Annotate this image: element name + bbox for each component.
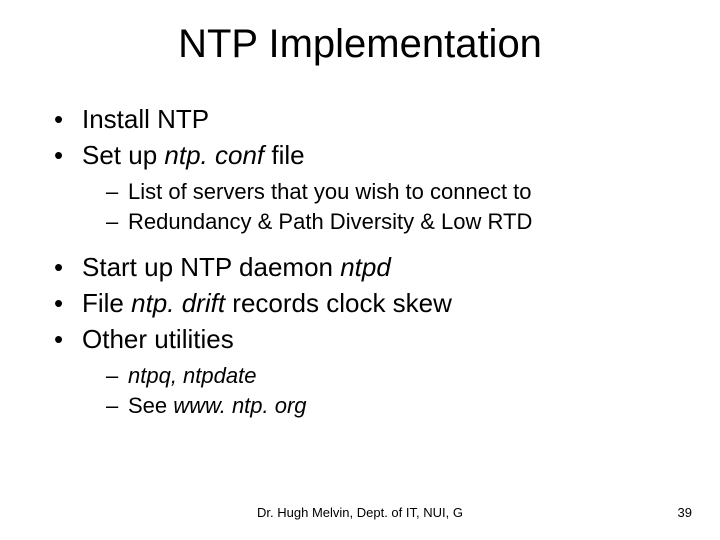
sub-bullet-item: See www. ntp. org — [106, 392, 674, 420]
bullet-text: Set up — [82, 140, 164, 170]
bullet-text: File — [82, 288, 131, 318]
sub-bullet-text: List of servers that you wish to connect… — [128, 179, 532, 204]
bullet-text: Other utilities — [82, 324, 234, 354]
bullet-item: Other utilities ntpq, ntpdate See www. n… — [54, 324, 674, 420]
bullet-list-level1: Install NTP Set up ntp. conf file List o… — [54, 104, 674, 420]
sub-bullet-item: ntpq, ntpdate — [106, 362, 674, 390]
bullet-text: Start up NTP daemon — [82, 252, 340, 282]
bullet-item: Start up NTP daemon ntpd — [54, 252, 674, 284]
bullet-text-italic: ntpd — [340, 252, 391, 282]
sub-bullet-text: See — [128, 393, 173, 418]
bullet-item: Install NTP — [54, 104, 674, 136]
bullet-list-level2: List of servers that you wish to connect… — [82, 178, 674, 236]
sub-bullet-text-italic: www. ntp. org — [173, 393, 306, 418]
slide: NTP Implementation Install NTP Set up nt… — [0, 0, 720, 540]
sub-bullet-item: List of servers that you wish to connect… — [106, 178, 674, 206]
bullet-text-italic: ntp. conf — [164, 140, 264, 170]
bullet-item: Set up ntp. conf file List of servers th… — [54, 140, 674, 236]
slide-body: Install NTP Set up ntp. conf file List o… — [54, 104, 674, 436]
sub-bullet-item: Redundancy & Path Diversity & Low RTD — [106, 208, 674, 236]
footer-text: Dr. Hugh Melvin, Dept. of IT, NUI, G — [0, 505, 720, 520]
sub-bullet-text-italic: ntpq, ntpdate — [128, 363, 256, 388]
sub-bullet-text: Redundancy & Path Diversity & Low RTD — [128, 209, 532, 234]
page-number: 39 — [678, 505, 692, 520]
bullet-item: File ntp. drift records clock skew — [54, 288, 674, 320]
slide-title: NTP Implementation — [0, 22, 720, 67]
bullet-text: records clock skew — [225, 288, 452, 318]
bullet-list-level2: ntpq, ntpdate See www. ntp. org — [82, 362, 674, 420]
bullet-text-italic: ntp. drift — [131, 288, 225, 318]
bullet-text: Install NTP — [82, 104, 209, 134]
bullet-text: file — [264, 140, 304, 170]
